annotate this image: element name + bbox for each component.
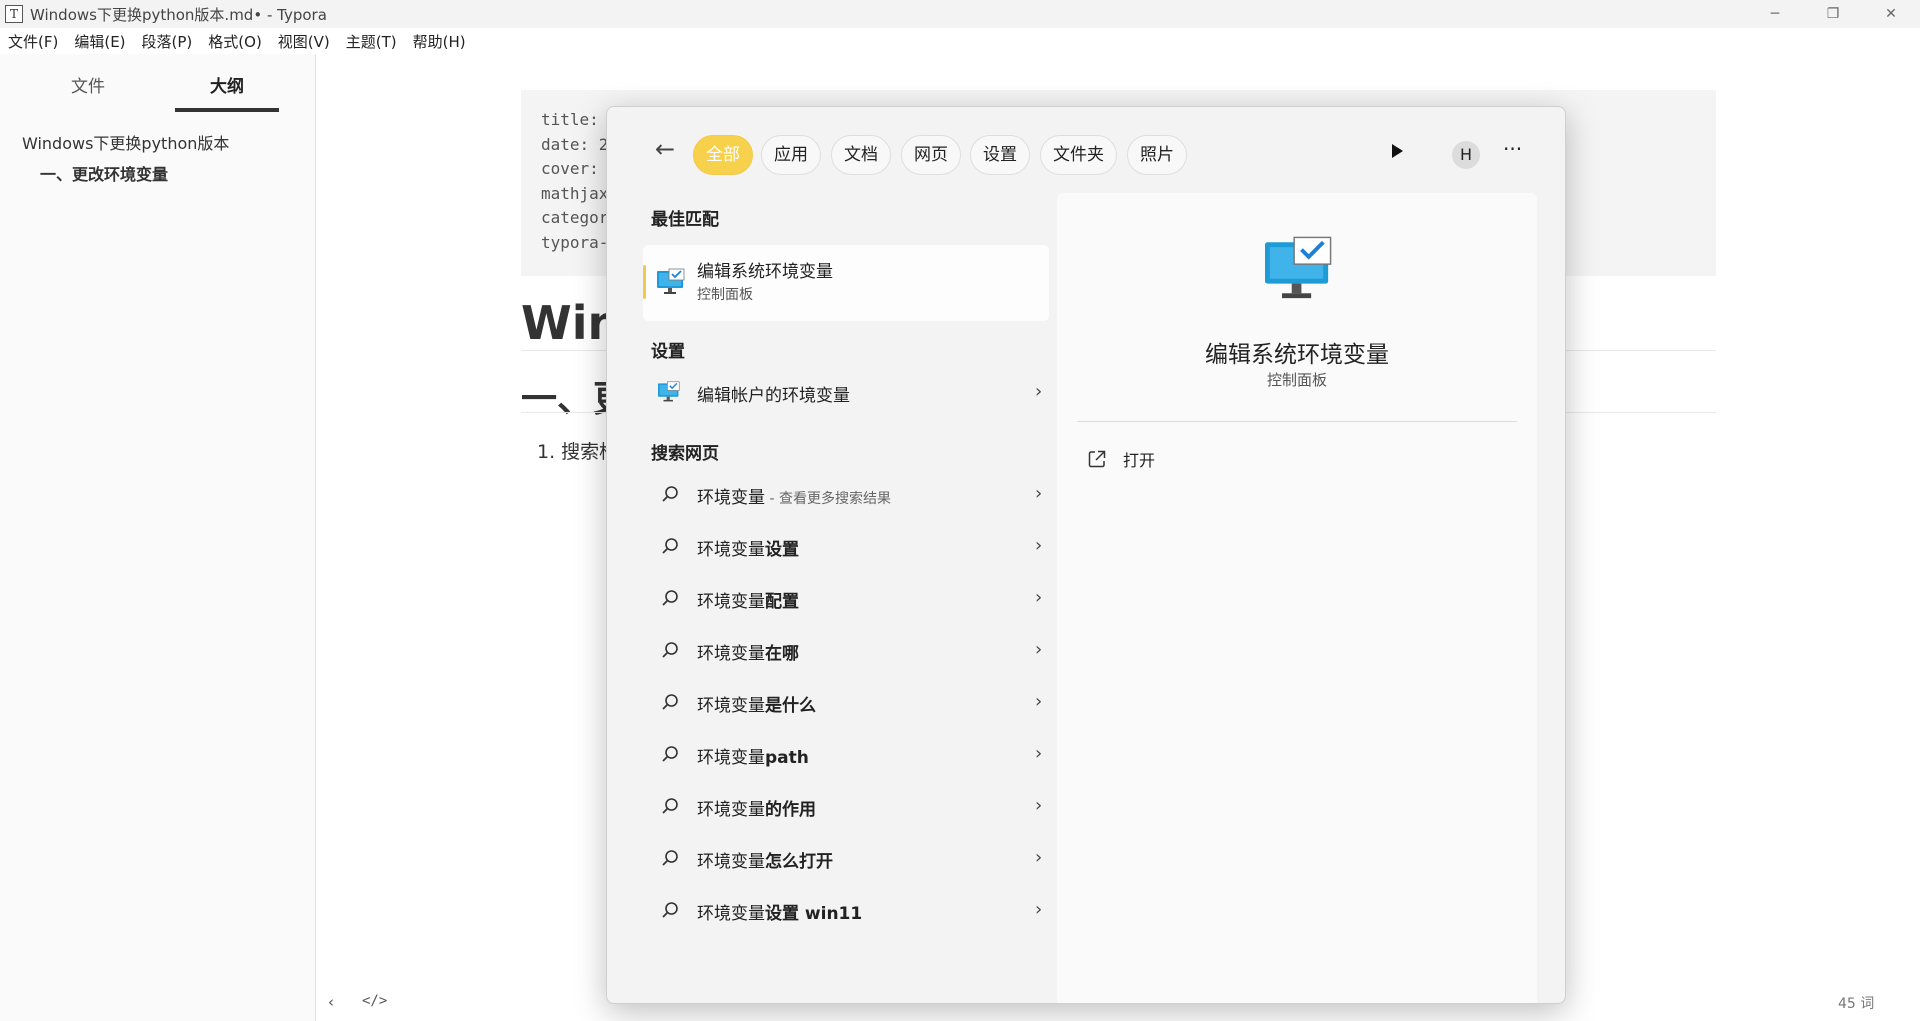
chevron-right-icon: › bbox=[1035, 639, 1043, 660]
detail-title: 编辑系统环境变量 bbox=[1205, 342, 1389, 368]
outline-item-h1[interactable]: Windows下更换python版本 bbox=[22, 130, 229, 154]
typora-app-icon: T bbox=[5, 5, 23, 23]
word-count[interactable]: 45 词 bbox=[1838, 993, 1874, 1013]
open-action[interactable]: 打开 bbox=[1087, 447, 1287, 477]
chevron-right-icon: › bbox=[1035, 691, 1043, 712]
menu-edit[interactable]: 编辑(E) bbox=[74, 31, 125, 52]
suggestion-completion: path bbox=[765, 748, 809, 768]
window-title: Windows下更换python版本.md• - Typora bbox=[30, 5, 327, 24]
filter-folders[interactable]: 文件夹 bbox=[1040, 135, 1117, 175]
selection-indicator bbox=[643, 265, 646, 299]
search-icon bbox=[662, 694, 678, 710]
search-icon bbox=[662, 538, 678, 554]
chevron-right-icon: › bbox=[1035, 847, 1043, 868]
chevron-right-icon: › bbox=[1035, 743, 1043, 764]
suggestion-completion: 的作用 bbox=[765, 800, 816, 820]
suggestion-prefix: 环境变量 bbox=[697, 644, 765, 664]
suggestion-completion: 在哪 bbox=[765, 644, 799, 664]
play-icon[interactable] bbox=[1389, 142, 1405, 160]
sidebar: 文件 大纲 Windows下更换python版本 一、更改环境变量 bbox=[0, 54, 316, 1021]
web-suggestion[interactable]: 环境变量是什么 › bbox=[643, 681, 1049, 725]
web-suggestion[interactable]: 环境变量在哪 › bbox=[643, 629, 1049, 673]
back-arrow-icon[interactable]: ← bbox=[655, 135, 675, 163]
chevron-right-icon: › bbox=[1035, 483, 1043, 504]
search-icon bbox=[662, 798, 678, 814]
search-icon bbox=[662, 642, 678, 658]
search-icon bbox=[662, 486, 678, 502]
best-match-result[interactable]: 编辑系统环境变量 控制面板 bbox=[643, 245, 1049, 321]
chevron-right-icon: › bbox=[1035, 535, 1043, 556]
menu-view[interactable]: 视图(V) bbox=[278, 31, 330, 52]
suggestion-completion: 配置 bbox=[765, 592, 799, 612]
chevron-right-icon: › bbox=[1035, 795, 1043, 816]
tab-files[interactable]: 文件 bbox=[36, 72, 140, 112]
tab-outline[interactable]: 大纲 bbox=[175, 72, 279, 112]
web-suggestion[interactable]: 环境变量怎么打开 › bbox=[643, 837, 1049, 881]
best-match-subtitle: 控制面板 bbox=[697, 287, 753, 303]
suggestion-query: 环境变量 bbox=[697, 488, 765, 508]
title-bar: T Windows下更换python版本.md• - Typora ─ ❐ ✕ bbox=[0, 0, 1920, 28]
web-suggestion[interactable]: 环境变量的作用 › bbox=[643, 785, 1049, 829]
monitor-check-icon bbox=[658, 381, 680, 402]
windows-search-panel: ← 全部 应用 文档 网页 设置 文件夹 照片 H ··· 最佳匹配 编辑系统环… bbox=[606, 106, 1566, 1004]
chevron-right-icon: › bbox=[1035, 587, 1043, 608]
avatar[interactable]: H bbox=[1452, 141, 1480, 169]
suggestion-completion: 怎么打开 bbox=[765, 852, 833, 872]
filter-documents[interactable]: 文档 bbox=[831, 135, 891, 175]
suggestion-completion: 是什么 bbox=[765, 696, 816, 716]
suggestion-prefix: 环境变量 bbox=[697, 696, 765, 716]
filter-all[interactable]: 全部 bbox=[693, 135, 753, 175]
filter-photos[interactable]: 照片 bbox=[1127, 135, 1187, 175]
back-icon[interactable]: ‹ bbox=[328, 993, 334, 1011]
filter-web[interactable]: 网页 bbox=[901, 135, 961, 175]
result-detail-pane: 编辑系统环境变量 控制面板 打开 bbox=[1057, 193, 1537, 1003]
detail-subtitle: 控制面板 bbox=[1266, 371, 1327, 389]
settings-result-label: 编辑帐户的环境变量 bbox=[697, 386, 850, 406]
search-icon bbox=[662, 590, 678, 606]
suggestion-completion: 设置 bbox=[765, 540, 799, 560]
monitor-check-icon bbox=[657, 268, 685, 294]
web-suggestion[interactable]: 环境变量path › bbox=[643, 733, 1049, 777]
web-suggestion[interactable]: 环境变量 - 查看更多搜索结果 › bbox=[643, 473, 1049, 517]
restore-button[interactable]: ❐ bbox=[1810, 0, 1856, 28]
settings-header: 设置 bbox=[651, 342, 685, 362]
suggestion-prefix: 环境变量 bbox=[697, 540, 765, 560]
more-options-icon[interactable]: ··· bbox=[1503, 137, 1522, 161]
search-icon bbox=[662, 746, 678, 762]
open-action-label: 打开 bbox=[1123, 451, 1156, 470]
menu-bar: 文件(F) 编辑(E) 段落(P) 格式(O) 视图(V) 主题(T) 帮助(H… bbox=[0, 28, 1920, 54]
web-suggestion[interactable]: 环境变量设置 win11 › bbox=[643, 889, 1049, 933]
close-button[interactable]: ✕ bbox=[1868, 0, 1914, 28]
suggestion-prefix: 环境变量 bbox=[697, 800, 765, 820]
outline-item-h2[interactable]: 一、更改环境变量 bbox=[40, 161, 168, 185]
filter-apps[interactable]: 应用 bbox=[761, 135, 821, 175]
minimize-button[interactable]: ─ bbox=[1752, 0, 1798, 28]
menu-paragraph[interactable]: 段落(P) bbox=[142, 31, 193, 52]
detail-divider bbox=[1077, 421, 1517, 422]
settings-result[interactable]: 编辑帐户的环境变量 › bbox=[643, 371, 1049, 415]
monitor-check-icon bbox=[1265, 236, 1332, 299]
suggestion-prefix: 环境变量 bbox=[697, 904, 765, 924]
web-suggestion[interactable]: 环境变量配置 › bbox=[643, 577, 1049, 621]
web-suggestion[interactable]: 环境变量设置 › bbox=[643, 525, 1049, 569]
suggestion-completion: 设置 win11 bbox=[765, 904, 863, 924]
filter-settings[interactable]: 设置 bbox=[970, 135, 1030, 175]
best-match-header: 最佳匹配 bbox=[651, 210, 719, 230]
search-icon bbox=[662, 902, 678, 918]
menu-file[interactable]: 文件(F) bbox=[8, 31, 58, 52]
open-external-icon bbox=[1088, 450, 1106, 468]
web-search-header: 搜索网页 bbox=[651, 444, 719, 464]
suggestion-prefix: 环境变量 bbox=[697, 592, 765, 612]
menu-help[interactable]: 帮助(H) bbox=[413, 31, 466, 52]
menu-format[interactable]: 格式(O) bbox=[208, 31, 262, 52]
suggestion-prefix: 环境变量 bbox=[697, 748, 765, 768]
search-icon bbox=[662, 850, 678, 866]
suggestion-prefix: 环境变量 bbox=[697, 852, 765, 872]
best-match-title: 编辑系统环境变量 bbox=[697, 262, 833, 282]
suggestion-hint: - 查看更多搜索结果 bbox=[765, 491, 891, 507]
menu-theme[interactable]: 主题(T) bbox=[346, 31, 397, 52]
chevron-right-icon: › bbox=[1035, 899, 1043, 920]
chevron-right-icon: › bbox=[1035, 381, 1043, 402]
source-mode-icon[interactable]: </> bbox=[362, 993, 387, 1009]
